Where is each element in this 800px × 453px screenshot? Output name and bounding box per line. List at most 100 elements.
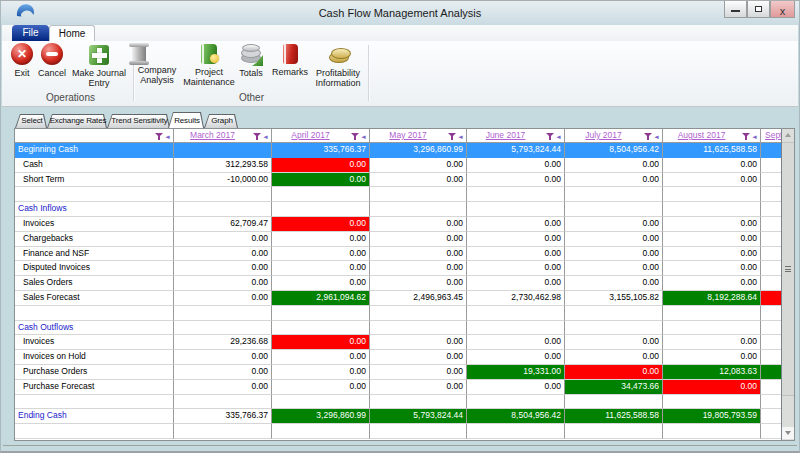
row-label-cash-inflows[interactable]: Cash Inflows xyxy=(15,202,174,217)
filter-icon[interactable] xyxy=(155,132,164,141)
cell-purchase-orders-april-2017[interactable]: 0.00 xyxy=(272,365,370,380)
cell-blank-4-september-2017[interactable] xyxy=(761,424,782,439)
row-label-short-term[interactable]: Short Term xyxy=(15,173,174,188)
column-header-link[interactable]: July 2017 xyxy=(567,130,640,140)
filter-arrow-icon[interactable]: ◄ xyxy=(751,133,758,141)
cell-disputed-invoices-may-2017[interactable]: 0.00 xyxy=(370,261,467,276)
cell-blank-4-april-2017[interactable] xyxy=(272,424,370,439)
cell-blank-2-july-2017[interactable] xyxy=(565,306,663,321)
filter-icon[interactable] xyxy=(644,132,653,141)
cell-invoices-on-hold-september-2017[interactable] xyxy=(761,350,782,365)
column-header-link[interactable]: March 2017 xyxy=(176,130,249,140)
cell-sales-orders-march-2017[interactable]: 0.00 xyxy=(174,276,272,291)
cell-outflow-invoices-march-2017[interactable]: 29,236.68 xyxy=(174,335,272,350)
column-header-september-2017[interactable]: September 2017◄ xyxy=(761,129,782,143)
cell-purchase-orders-august-2017[interactable]: 12,083.63 xyxy=(663,365,761,380)
cell-outflow-invoices-august-2017[interactable]: 0.00 xyxy=(663,335,761,350)
column-header-march-2017[interactable]: March 2017◄ xyxy=(174,129,272,143)
cell-beginning-cash-march-2017[interactable] xyxy=(174,143,272,158)
cell-blank-3-september-2017[interactable] xyxy=(761,395,782,410)
cell-sales-forecast-may-2017[interactable]: 2,496,963.45 xyxy=(370,291,467,306)
cell-cash-march-2017[interactable]: 312,293.58 xyxy=(174,158,272,173)
cell-sales-orders-april-2017[interactable]: 0.00 xyxy=(272,276,370,291)
column-header-link[interactable]: June 2017 xyxy=(469,130,542,140)
minimize-button[interactable] xyxy=(724,1,747,18)
filter-icon[interactable] xyxy=(742,132,751,141)
cell-sales-forecast-march-2017[interactable]: 0.00 xyxy=(174,291,272,306)
tab-trend-sensitivity[interactable]: Trend Sensitivity xyxy=(107,114,170,128)
cell-cash-inflows-august-2017[interactable] xyxy=(663,202,761,217)
cell-outflow-invoices-september-2017[interactable] xyxy=(761,335,782,350)
filter-arrow-icon[interactable]: ◄ xyxy=(653,133,660,141)
cell-short-term-may-2017[interactable]: 0.00 xyxy=(370,173,467,188)
column-header-june-2017[interactable]: June 2017◄ xyxy=(467,129,565,143)
cell-ending-cash-june-2017[interactable]: 8,504,956.42 xyxy=(467,409,565,424)
cell-disputed-invoices-march-2017[interactable]: 0.00 xyxy=(174,261,272,276)
cell-disputed-invoices-august-2017[interactable]: 0.00 xyxy=(663,261,761,276)
cell-blank-1-june-2017[interactable] xyxy=(467,187,565,202)
tab-graph[interactable]: Graph xyxy=(204,114,238,128)
column-header-link[interactable]: August 2017 xyxy=(665,130,738,140)
cell-inflow-invoices-may-2017[interactable]: 0.00 xyxy=(370,217,467,232)
row-label-beginning-cash[interactable]: Beginning Cash xyxy=(15,143,174,158)
cell-purchase-forecast-may-2017[interactable]: 0.00 xyxy=(370,380,467,395)
cell-cash-inflows-july-2017[interactable] xyxy=(565,202,663,217)
ribbon-tab-file[interactable]: File xyxy=(12,25,49,41)
cell-inflow-invoices-april-2017[interactable]: 0.00 xyxy=(272,217,370,232)
cell-beginning-cash-july-2017[interactable]: 8,504,956.42 xyxy=(565,143,663,158)
cell-cash-outflows-april-2017[interactable] xyxy=(272,321,370,336)
cell-cash-may-2017[interactable]: 0.00 xyxy=(370,158,467,173)
cell-ending-cash-august-2017[interactable]: 19,805,793.59 xyxy=(663,409,761,424)
cell-outflow-invoices-july-2017[interactable]: 0.00 xyxy=(565,335,663,350)
filter-icon[interactable] xyxy=(351,132,360,141)
cell-blank-4-july-2017[interactable] xyxy=(565,424,663,439)
cell-purchase-forecast-august-2017[interactable]: 0.00 xyxy=(663,380,761,395)
cell-blank-1-may-2017[interactable] xyxy=(370,187,467,202)
filter-arrow-icon[interactable]: ◄ xyxy=(164,133,171,141)
cell-blank-3-august-2017[interactable] xyxy=(663,395,761,410)
cell-outflow-invoices-june-2017[interactable]: 0.00 xyxy=(467,335,565,350)
cell-cash-august-2017[interactable]: 0.00 xyxy=(663,158,761,173)
cell-ending-cash-april-2017[interactable]: 3,296,860.99 xyxy=(272,409,370,424)
cell-invoices-on-hold-may-2017[interactable]: 0.00 xyxy=(370,350,467,365)
cell-invoices-on-hold-june-2017[interactable]: 0.00 xyxy=(467,350,565,365)
cell-finance-and-nsf-july-2017[interactable]: 0.00 xyxy=(565,247,663,262)
cell-inflow-invoices-august-2017[interactable]: 0.00 xyxy=(663,217,761,232)
cell-blank-3-april-2017[interactable] xyxy=(272,395,370,410)
company-analysis-button[interactable]: CompanyAnalysis xyxy=(128,43,186,103)
cell-inflow-invoices-july-2017[interactable]: 0.00 xyxy=(565,217,663,232)
row-label-sales-orders[interactable]: Sales Orders xyxy=(15,276,174,291)
row-label-cash-outflows[interactable]: Cash Outflows xyxy=(15,321,174,336)
cell-blank-1-september-2017[interactable] xyxy=(761,187,782,202)
cell-blank-2-may-2017[interactable] xyxy=(370,306,467,321)
row-label-disputed-invoices[interactable]: Disputed Invoices xyxy=(15,261,174,276)
cell-finance-and-nsf-june-2017[interactable]: 0.00 xyxy=(467,247,565,262)
cell-disputed-invoices-july-2017[interactable]: 0.00 xyxy=(565,261,663,276)
cell-blank-1-august-2017[interactable] xyxy=(663,187,761,202)
cell-chargebacks-june-2017[interactable]: 0.00 xyxy=(467,232,565,247)
cell-purchase-forecast-september-2017[interactable] xyxy=(761,380,782,395)
close-button[interactable]: x xyxy=(770,1,795,18)
filter-icon[interactable] xyxy=(546,132,555,141)
row-label-blank-1[interactable] xyxy=(15,187,174,202)
cell-purchase-orders-june-2017[interactable]: 19,331.00 xyxy=(467,365,565,380)
row-label-invoices-on-hold[interactable]: Invoices on Hold xyxy=(15,350,174,365)
cell-cash-outflows-march-2017[interactable] xyxy=(174,321,272,336)
cell-chargebacks-august-2017[interactable]: 0.00 xyxy=(663,232,761,247)
cell-purchase-orders-july-2017[interactable]: 0.00 xyxy=(565,365,663,380)
cell-blank-2-march-2017[interactable] xyxy=(174,306,272,321)
row-label-cash[interactable]: Cash xyxy=(15,158,174,173)
cell-chargebacks-april-2017[interactable]: 0.00 xyxy=(272,232,370,247)
cell-blank-4-march-2017[interactable] xyxy=(174,424,272,439)
cell-finance-and-nsf-may-2017[interactable]: 0.00 xyxy=(370,247,467,262)
cell-short-term-april-2017[interactable]: 0.00 xyxy=(272,173,370,188)
cell-ending-cash-september-2017[interactable] xyxy=(761,409,782,424)
cell-finance-and-nsf-august-2017[interactable]: 0.00 xyxy=(663,247,761,262)
profitability-information-button[interactable]: ProfitabilityInformation xyxy=(308,43,368,103)
column-header-link[interactable]: April 2017 xyxy=(274,130,347,140)
filter-arrow-icon[interactable]: ◄ xyxy=(457,133,464,141)
cell-cash-inflows-september-2017[interactable] xyxy=(761,202,782,217)
cell-purchase-orders-september-2017[interactable] xyxy=(761,365,782,380)
cell-sales-forecast-july-2017[interactable]: 3,155,105.82 xyxy=(565,291,663,306)
cell-purchase-orders-march-2017[interactable]: 0.00 xyxy=(174,365,272,380)
